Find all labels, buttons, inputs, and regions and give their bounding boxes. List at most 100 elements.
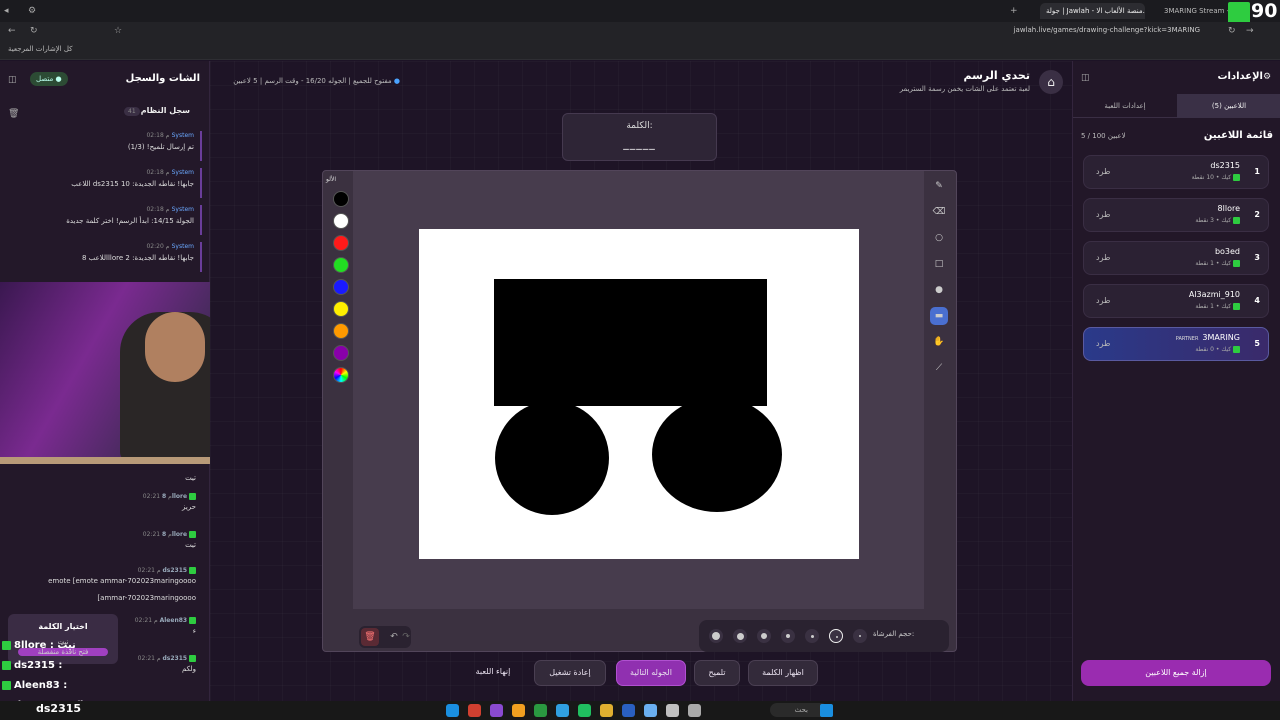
brush-size-option[interactable] bbox=[853, 629, 867, 643]
taskbar-app-icon[interactable] bbox=[512, 704, 525, 717]
taskbar-app-icon[interactable] bbox=[468, 704, 481, 717]
taskbar-app-icon[interactable] bbox=[534, 704, 547, 717]
message-text: تم إرسال تلميح! (1/3) bbox=[127, 143, 194, 151]
taskbar-app-icon[interactable] bbox=[688, 704, 701, 717]
taskbar-app-icon[interactable] bbox=[666, 704, 679, 717]
custom-color-icon[interactable] bbox=[333, 367, 349, 383]
circle-icon[interactable]: ○ bbox=[930, 229, 948, 247]
tab-jawlah[interactable]: جولة | Jawlah - منصة الألعاب الا... bbox=[1040, 3, 1145, 19]
popup-title: اختيار الكلمة bbox=[38, 622, 88, 631]
taskbar-app-icon[interactable] bbox=[446, 704, 459, 717]
brush-size-option[interactable] bbox=[709, 629, 723, 643]
status-text: متصل bbox=[36, 75, 54, 83]
eraser-icon[interactable]: ⌫ bbox=[930, 203, 948, 221]
line-icon[interactable]: ⟋ bbox=[930, 359, 948, 377]
bookmarks-bar: كل الإشارات المرجعية bbox=[0, 41, 1280, 60]
taskbar-app-icon[interactable] bbox=[490, 704, 503, 717]
streamer-face bbox=[145, 312, 205, 382]
kick-player-button[interactable]: طرد bbox=[1096, 339, 1110, 348]
color-swatch[interactable] bbox=[333, 257, 349, 273]
color-swatch[interactable] bbox=[333, 323, 349, 339]
message-sender: Aleen83 bbox=[159, 617, 188, 624]
tab-game-settings[interactable]: إعدادات اللعبة bbox=[1073, 94, 1177, 118]
reload-icon[interactable]: ↻ bbox=[30, 24, 38, 38]
color-swatch[interactable] bbox=[333, 279, 349, 295]
brush-size-option[interactable] bbox=[829, 629, 843, 643]
pencil-icon[interactable]: ✎ bbox=[930, 177, 948, 195]
next-round-button[interactable]: الجوله التالية bbox=[616, 660, 686, 686]
restart-button[interactable]: إعادة تشغيل bbox=[534, 660, 606, 686]
browser-settings-icon[interactable]: ⚙ bbox=[28, 4, 36, 18]
kick-player-button[interactable]: طرد bbox=[1096, 167, 1110, 176]
message-sender: 8llore bbox=[161, 531, 188, 538]
color-swatch[interactable] bbox=[333, 301, 349, 317]
hint-button[interactable]: تلميح bbox=[694, 660, 740, 686]
trash-icon[interactable]: 🗑 bbox=[8, 107, 19, 121]
drawing-canvas[interactable] bbox=[419, 229, 859, 559]
taskbar-app-icon[interactable] bbox=[578, 704, 591, 717]
end-game-button[interactable]: إنهاء اللعبة bbox=[460, 660, 526, 686]
filled-rect-icon[interactable]: ▬ bbox=[930, 307, 948, 325]
player-name: ds2315 bbox=[1210, 161, 1240, 170]
player-card: 5 PARTNER 3MARING كيك • 0 نقطة طرد bbox=[1083, 327, 1269, 361]
message-text: تيت bbox=[185, 474, 196, 482]
color-swatch[interactable] bbox=[333, 213, 349, 229]
star-icon[interactable]: ☆ bbox=[114, 24, 122, 38]
kick-player-button[interactable]: طرد bbox=[1096, 210, 1110, 219]
color-swatch[interactable] bbox=[333, 235, 349, 251]
home-icon[interactable]: ⌂ bbox=[1039, 70, 1063, 94]
remove-all-players-button[interactable]: إزالة جميع اللاعبين bbox=[1081, 660, 1271, 686]
browser-menu-icon[interactable]: ◂ bbox=[4, 4, 9, 18]
redo-icon[interactable]: ↷ bbox=[401, 628, 411, 646]
bookmarks-label[interactable]: كل الإشارات المرجعية bbox=[8, 45, 73, 53]
brush-size-option[interactable] bbox=[805, 629, 819, 643]
kick-player-button[interactable]: طرد bbox=[1096, 253, 1110, 262]
taskbar-app-icon[interactable] bbox=[600, 704, 613, 717]
kick-badge-icon bbox=[1233, 303, 1240, 310]
stream-chat-line: Aleen83 : bbox=[2, 680, 152, 700]
player-points: كيك • 1 نقطة bbox=[1195, 303, 1232, 310]
game-info: مفتوح للجميع | الجوله 16/20 - وقت الرسم … bbox=[233, 77, 400, 85]
stream-chat-name: Aleen83 bbox=[14, 680, 60, 691]
message-meta: 02:21 م 8llore bbox=[12, 531, 196, 538]
message-text: حريز bbox=[182, 503, 196, 511]
forward-icon[interactable]: → bbox=[1246, 24, 1254, 38]
chat-message: 02:21 م 8llore تيت bbox=[12, 531, 196, 549]
filled-circle-icon[interactable]: ● bbox=[930, 281, 948, 299]
square-icon[interactable]: □ bbox=[930, 255, 948, 273]
log-count: 41 bbox=[124, 107, 140, 116]
brush-dot-icon bbox=[786, 634, 790, 638]
panel-toggle-icon[interactable]: ◫ bbox=[1081, 71, 1090, 85]
taskbar-app-icon[interactable] bbox=[644, 704, 657, 717]
drawing-board: الألو ✎ ⌫ ○ □ ● ▬ ✋ ⟋ 🗑 ↶ ↷ حجم الفرشاة: bbox=[322, 170, 957, 652]
player-card: 4 Al3azmi_910 كيك • 1 نقطة طرد bbox=[1083, 284, 1269, 318]
reveal-word-button[interactable]: اظهار الكلمة bbox=[748, 660, 818, 686]
tab-players[interactable]: اللاعبين (5) bbox=[1177, 94, 1280, 118]
taskbar-app-icon[interactable] bbox=[556, 704, 569, 717]
player-points-row: كيك • 3 نقطة bbox=[1195, 217, 1240, 224]
players-list-title: قائمة اللاعبين bbox=[1203, 130, 1273, 141]
new-tab-icon[interactable]: + bbox=[1010, 4, 1018, 18]
brush-size-option[interactable] bbox=[781, 629, 795, 643]
fill-icon[interactable]: ✋ bbox=[930, 333, 948, 351]
message-sender: ds2315 bbox=[162, 655, 188, 662]
url-field[interactable]: jawlah.live/games/drawing-challenge?kick… bbox=[900, 26, 1200, 34]
taskbar-app-icon[interactable] bbox=[622, 704, 635, 717]
player-rank: 5 bbox=[1254, 339, 1260, 348]
player-rank: 3 bbox=[1254, 253, 1260, 262]
collapse-panel-icon[interactable]: ◫ bbox=[8, 73, 17, 87]
tab-stream[interactable]: 3MARING Stream - Watc... bbox=[1158, 3, 1230, 19]
brush-size-option[interactable] bbox=[733, 629, 747, 643]
undo-icon[interactable]: ↶ bbox=[389, 628, 399, 646]
back-icon[interactable]: ← bbox=[8, 24, 16, 38]
brush-size-option[interactable] bbox=[757, 629, 771, 643]
kick-player-button[interactable]: طرد bbox=[1096, 296, 1110, 305]
color-swatch[interactable] bbox=[333, 345, 349, 361]
message-text: [ammar-702023maringoooo bbox=[97, 594, 196, 602]
windows-start-icon[interactable] bbox=[820, 704, 833, 717]
clear-canvas-icon[interactable]: 🗑 bbox=[361, 628, 379, 646]
refresh-icon[interactable]: ↻ bbox=[1228, 24, 1236, 38]
message-text: اللاعب ds2315 جابها! نقاطه الجديدة: 10 bbox=[71, 180, 194, 188]
player-card: 1 ds2315 كيك • 10 نقطة طرد bbox=[1083, 155, 1269, 189]
color-swatch[interactable] bbox=[333, 191, 349, 207]
